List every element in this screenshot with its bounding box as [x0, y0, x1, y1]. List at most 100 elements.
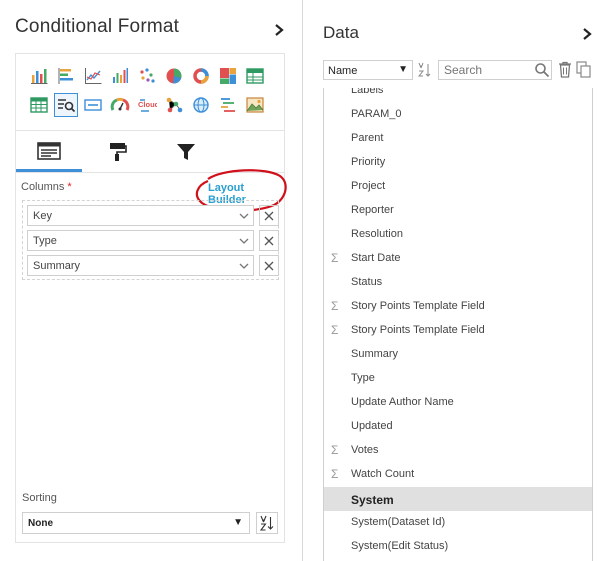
field-label: Start Date — [351, 252, 401, 264]
column-select[interactable]: Key — [27, 205, 254, 226]
column-select-value: Type — [33, 235, 57, 247]
image-chart-icon[interactable] — [243, 93, 267, 117]
filter-tab[interactable] — [153, 132, 219, 172]
scatter-icon[interactable] — [135, 64, 159, 88]
kpi-card-icon[interactable] — [81, 93, 105, 117]
field-label: Parent — [351, 132, 384, 144]
field-sort-select[interactable]: Name ▼ — [323, 60, 413, 80]
field-label: System — [351, 493, 394, 507]
pie-chart-icon[interactable] — [162, 64, 186, 88]
globe-map-icon[interactable] — [189, 93, 213, 117]
copy-icon[interactable] — [576, 61, 591, 78]
caret-down-icon: ▼ — [233, 517, 243, 528]
style-tab[interactable] — [85, 132, 151, 172]
field-list-item[interactable]: PARAM_0 — [324, 102, 592, 126]
field-list-item[interactable]: Summary — [324, 342, 592, 366]
field-label: Story Points Template Field — [351, 324, 485, 336]
pivot-table-icon[interactable] — [27, 93, 51, 117]
field-label: System(Dataset Id) — [351, 516, 446, 528]
paint-roller-icon — [110, 143, 127, 161]
gallery-divider — [16, 130, 284, 131]
sorting-select[interactable]: None ▼ — [22, 512, 250, 534]
column-row: Key — [27, 205, 279, 226]
field-label: Summary — [351, 348, 399, 360]
columns-label: Columns * — [21, 181, 72, 193]
field-list-item[interactable]: Resolution — [324, 222, 592, 246]
stacked-bar-icon[interactable] — [108, 64, 132, 88]
line-chart-icon[interactable] — [81, 64, 105, 88]
layout-tab-icon — [37, 141, 61, 160]
column-select-value: Key — [33, 210, 52, 222]
chevron-down-icon — [239, 213, 249, 219]
field-label: Status — [351, 276, 383, 288]
bar-chart-icon[interactable] — [27, 64, 51, 88]
field-label: Votes — [351, 444, 379, 456]
donut-chart-icon[interactable] — [189, 64, 213, 88]
field-list-item[interactable]: Status — [324, 270, 592, 294]
field-list-item-selected[interactable]: System — [324, 487, 592, 511]
sigma-icon: Σ — [331, 443, 339, 457]
field-list-item[interactable]: Labels — [324, 88, 592, 102]
chevron-right-icon[interactable] — [272, 22, 286, 38]
column-select[interactable]: Type — [27, 230, 254, 251]
sort-az-icon — [259, 515, 274, 531]
field-label: Project — [351, 180, 386, 192]
field-list-item[interactable]: System(Dataset Id) — [324, 510, 592, 534]
remove-column-button[interactable] — [259, 205, 279, 226]
field-sort-select-value: Name — [328, 65, 358, 77]
sort-az-button[interactable] — [256, 512, 278, 534]
close-icon — [264, 211, 274, 220]
column-row: Type — [27, 230, 279, 251]
panel-title: Conditional Format — [15, 16, 180, 37]
caret-down-icon: ▼ — [398, 64, 408, 75]
sort-toggle-button[interactable] — [415, 60, 435, 80]
layout-tab[interactable] — [16, 132, 82, 172]
field-list-item[interactable]: Reporter — [324, 198, 592, 222]
chevron-right-icon[interactable] — [580, 26, 594, 42]
field-list-item[interactable]: Update Author Name — [324, 390, 592, 414]
field-list-item[interactable]: Σ Story Points Template Field — [324, 294, 592, 318]
search-icon[interactable] — [534, 62, 550, 78]
gauge-icon[interactable] — [108, 93, 132, 117]
column-select-value: Summary — [33, 260, 81, 272]
column-row: Summary — [27, 255, 279, 276]
table-search-icon[interactable] — [54, 93, 78, 117]
field-list-item[interactable]: Parent — [324, 126, 592, 150]
horizontal-bar-icon[interactable] — [54, 64, 78, 88]
field-list-item[interactable]: Project — [324, 174, 592, 198]
field-list-item[interactable]: Σ Votes — [324, 438, 592, 462]
field-list-item[interactable]: Type — [324, 366, 592, 390]
chart-gallery: Cloud Columns * Layout Builder Key Type … — [15, 53, 287, 543]
field-list-item[interactable]: Priority — [324, 150, 592, 174]
chevron-down-icon — [239, 238, 249, 244]
column-list: Key Type Summary — [22, 200, 279, 280]
filter-icon — [177, 144, 195, 160]
treemap-icon[interactable] — [216, 64, 240, 88]
field-label: Updated — [351, 420, 393, 432]
word-cloud-icon[interactable]: Cloud — [135, 93, 159, 117]
remove-column-button[interactable] — [259, 255, 279, 276]
table-grid-icon[interactable] — [243, 64, 267, 88]
sort-az-icon — [418, 62, 431, 77]
field-list-item[interactable]: Updated — [324, 414, 592, 438]
field-label: Update Author Name — [351, 396, 454, 408]
network-icon[interactable] — [162, 93, 186, 117]
field-list-item[interactable]: System(Edit Status) — [324, 534, 592, 558]
conditional-format-panel: Conditional Format Cloud Columns * Layou… — [0, 0, 302, 561]
sorting-select-value: None — [28, 518, 53, 529]
remove-column-button[interactable] — [259, 230, 279, 251]
trash-icon[interactable] — [558, 61, 572, 78]
sigma-icon: Σ — [331, 251, 339, 265]
chevron-down-icon — [239, 263, 249, 269]
sorting-label: Sorting — [22, 492, 57, 504]
field-list-item[interactable]: Σ Start Date — [324, 246, 592, 270]
field-label: System(Edit Status) — [351, 540, 449, 552]
sigma-icon: Σ — [331, 299, 339, 313]
data-panel: Data Name ▼ Labels PARAM_0 Parent Priorit… — [303, 0, 602, 561]
field-list-item[interactable]: Σ Story Points Template Field — [324, 318, 592, 342]
field-list-item[interactable]: Σ Watch Count — [324, 462, 592, 486]
funnel-list-icon[interactable] — [216, 93, 240, 117]
required-marker: * — [67, 181, 72, 193]
column-select[interactable]: Summary — [27, 255, 254, 276]
field-label: Priority — [351, 156, 386, 168]
